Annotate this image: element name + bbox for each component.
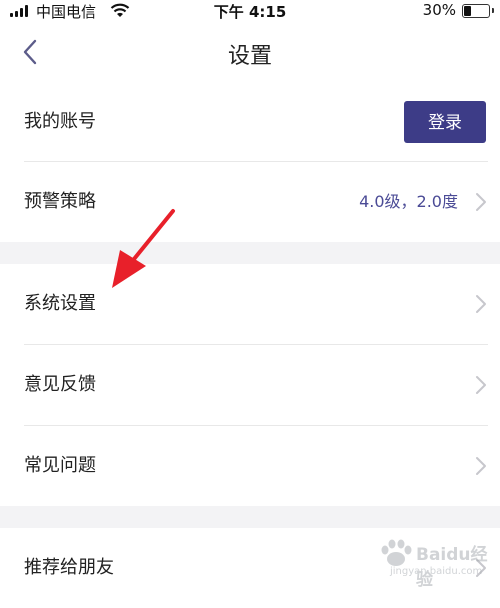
navigation-bar: 设置 xyxy=(0,22,500,82)
section-gap xyxy=(0,242,500,264)
watermark-url: jingyan.baidu.com xyxy=(390,566,483,577)
row-system-settings[interactable]: 系统设置 xyxy=(0,264,500,344)
row-my-account[interactable]: 我的账号 登录 xyxy=(0,82,500,162)
chevron-right-icon xyxy=(476,193,486,211)
row-label-faq: 常见问题 xyxy=(24,455,96,476)
row-faq[interactable]: 常见问题 xyxy=(0,426,500,506)
battery-percentage: 30% xyxy=(422,1,456,19)
row-label-system-settings: 系统设置 xyxy=(24,293,96,314)
chevron-right-icon xyxy=(476,295,486,313)
chevron-right-icon xyxy=(476,457,486,475)
status-bar: 中国电信 下午 4:15 30% xyxy=(0,0,500,22)
watermark-logo: Baidu经验 jingyan.baidu.com xyxy=(372,538,492,590)
battery-icon xyxy=(462,4,494,18)
section-gap xyxy=(0,506,500,528)
chevron-right-icon xyxy=(476,376,486,394)
row-label-alert-policy: 预警策略 xyxy=(24,191,96,212)
row-feedback[interactable]: 意见反馈 xyxy=(0,345,500,425)
row-alert-policy[interactable]: 预警策略 4.0级，2.0度 xyxy=(0,162,500,242)
page-title: 设置 xyxy=(227,44,272,69)
row-label-my-account: 我的账号 xyxy=(24,111,96,132)
paw-icon xyxy=(381,539,412,566)
row-label-recommend: 推荐给朋友 xyxy=(24,557,114,578)
row-label-feedback: 意见反馈 xyxy=(24,374,96,395)
alert-policy-value: 4.0级，2.0度 xyxy=(359,192,458,211)
watermark-text: Baidu经验 xyxy=(416,545,488,590)
login-button[interactable]: 登录 xyxy=(404,101,486,143)
